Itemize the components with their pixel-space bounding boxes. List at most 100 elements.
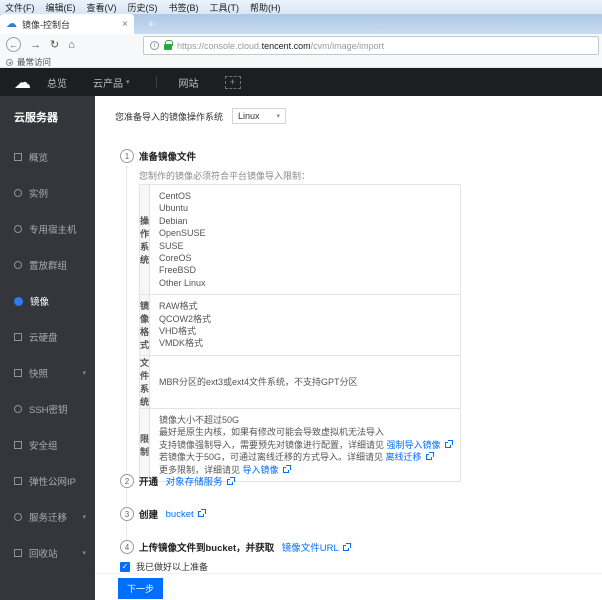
- forward-icon[interactable]: →: [30, 39, 41, 51]
- os-select-dropdown[interactable]: Linux ▾: [232, 108, 287, 124]
- external-link-icon: [444, 439, 453, 448]
- image-file-url-link[interactable]: 镜像文件URL: [282, 543, 339, 554]
- nav-item-cloud-products[interactable]: 云产品 ▾: [93, 75, 130, 90]
- sidebar-item-专用宿主机[interactable]: 专用宿主机: [0, 211, 95, 247]
- sidebar-item-置放群组[interactable]: 置放群组: [0, 247, 95, 283]
- step-1-circle: 1: [120, 149, 134, 163]
- bucket-link[interactable]: bucket: [166, 509, 194, 520]
- table-row-content: CentOS Ubuntu Debian OpenSUSE SUSE CoreOS Free…: [149, 183, 461, 296]
- menu-item[interactable]: 文件(F): [5, 1, 35, 14]
- table-text: VMDK格式: [159, 338, 204, 349]
- home-icon[interactable]: ⌂: [68, 39, 75, 51]
- table-row-content: MBR分区的ext3或ext4文件系统，不支持GPT分区: [149, 354, 461, 409]
- table-text: FreeBSD: [159, 265, 197, 276]
- sidebar-item-服务迁移[interactable]: 服务迁移 ▾: [0, 499, 95, 535]
- sidebar-item-概览[interactable]: 概览: [0, 139, 95, 175]
- table-text: 镜像大小不超过50G: [159, 414, 240, 425]
- sidebar-item-label: 云硬盘: [29, 333, 58, 344]
- sidebar-item-label: 快照: [29, 369, 49, 380]
- browser-tab[interactable]: ☁ 镜像-控制台 ×: [0, 14, 134, 34]
- snapshot-icon: [14, 369, 22, 377]
- menu-item[interactable]: 工具(T): [210, 1, 240, 14]
- secure-lock-icon: [164, 40, 173, 50]
- menu-item[interactable]: 书签(B): [169, 1, 199, 14]
- sidebar-item-云硬盘[interactable]: 云硬盘: [0, 319, 95, 355]
- menu-item[interactable]: 帮助(H): [250, 1, 281, 14]
- table-row: 操作系统 CentOS Ubuntu Debian OpenSUSE SUSE CoreOS…: [138, 183, 461, 296]
- chevron-down-icon: ▾: [82, 514, 86, 521]
- menu-item[interactable]: 编辑(E): [46, 1, 76, 14]
- sidebar-item-label: 弹性公网IP: [29, 477, 76, 488]
- table-text: RAW格式: [159, 301, 198, 312]
- sidebar-item-label: 服务迁移: [29, 513, 68, 524]
- sidebar-item-label: 专用宿主机: [29, 225, 77, 236]
- external-link-icon: [342, 543, 351, 551]
- sidebar-item-回收站[interactable]: 回收站 ▾: [0, 535, 95, 571]
- bookmarks-bar: 最常访问: [0, 57, 602, 68]
- sidebar-item-label: 安全组: [29, 441, 58, 452]
- external-link-icon: [226, 477, 235, 485]
- footer-divider: [95, 573, 602, 574]
- tab-title: 镜像-控制台: [22, 19, 70, 30]
- doc-link[interactable]: 离线迁移: [386, 452, 422, 462]
- sidebar-item-快照[interactable]: 快照 ▾: [0, 355, 95, 391]
- nav-item-overview[interactable]: 总览: [47, 75, 67, 90]
- doc-link[interactable]: 强制导入镜像: [387, 440, 441, 450]
- chevron-down-icon: ▾: [276, 113, 281, 120]
- table-text: 若镜像大于50G，可通过离线迁移的方式导入。详细请见: [159, 452, 386, 463]
- table-text: VHD格式: [159, 326, 197, 337]
- sidebar-item-实例[interactable]: 实例: [0, 175, 95, 211]
- sidebar-item-安全组[interactable]: 安全组: [0, 427, 95, 463]
- main-content: 您准备导入的镜像操作系统 Linux ▾ 1 准备镜像文件 您制作的镜像必须符合…: [95, 96, 602, 600]
- table-row: 限制 镜像大小不超过50G 最好是原生内核，如果有修改可能会导致虚拟机无法导入 支持镜…: [138, 407, 461, 482]
- browser-tab-strip: ☁ 镜像-控制台 × +: [0, 14, 602, 34]
- sidebar-item-镜像[interactable]: 镜像: [0, 283, 95, 319]
- step-3-circle: 3: [120, 507, 134, 521]
- table-text: Other Linux: [159, 277, 206, 288]
- ready-checkbox[interactable]: ✓: [120, 561, 130, 572]
- sidebar-item-SSH密钥[interactable]: SSH密钥: [0, 391, 95, 427]
- os-select-label: 您准备导入的镜像操作系统: [115, 111, 224, 122]
- nav-item-website[interactable]: 网站: [179, 75, 199, 90]
- sidebar-item-label: 概览: [29, 153, 49, 164]
- bookmark-most-visited[interactable]: 最常访问: [17, 56, 51, 68]
- menu-item[interactable]: 查看(V): [87, 1, 117, 14]
- cloud-disk-icon: [14, 333, 22, 341]
- chevron-down-icon: ▾: [126, 79, 130, 86]
- table-row-label: 文件系统: [138, 354, 151, 409]
- chevron-down-icon: ▾: [82, 370, 86, 377]
- back-icon[interactable]: ←: [6, 37, 21, 52]
- refresh-icon[interactable]: ↻: [50, 38, 59, 51]
- menu-item[interactable]: 历史(S): [128, 1, 158, 14]
- tab-favicon-cloud-icon: ☁: [6, 17, 17, 30]
- placement-group-icon: [14, 261, 22, 269]
- tencent-cloud-logo-icon[interactable]: ☁: [14, 74, 31, 91]
- table-text: OpenSUSE: [159, 228, 206, 239]
- sidebar-item-弹性公网IP[interactable]: 弹性公网IP: [0, 463, 95, 499]
- next-step-button[interactable]: 下一步: [118, 578, 164, 599]
- step-3-text: 创建: [139, 510, 161, 521]
- new-tab-button[interactable]: +: [140, 15, 162, 33]
- external-link-icon: [197, 508, 206, 517]
- table-text: SUSE: [159, 240, 184, 251]
- doc-link[interactable]: 导入镜像: [243, 465, 279, 475]
- tab-close-icon[interactable]: ×: [122, 19, 128, 30]
- ready-checkbox-label: 我已做好以上准备: [136, 562, 209, 572]
- browser-nav-toolbar: ← → ↻ ⌂ i https://console.cloud.tencent.…: [0, 34, 602, 57]
- sidebar-title: 云服务器: [14, 112, 58, 124]
- security-group-icon: [14, 441, 22, 449]
- add-shortcut-icon[interactable]: +: [224, 75, 241, 89]
- ssh-key-icon: [14, 405, 22, 413]
- sidebar-item-label: 置放群组: [29, 261, 68, 272]
- external-link-icon: [425, 452, 434, 461]
- site-info-icon[interactable]: i: [150, 41, 159, 50]
- table-text: 支持镜像强制导入，需要预先对镜像进行配置，详细请见: [159, 439, 387, 450]
- sidebar: 云服务器 概览实例专用宿主机置放群组镜像云硬盘快照 ▾ SSH密钥安全组弹性公网IP…: [0, 96, 95, 600]
- cos-service-link[interactable]: 对象存储服务: [166, 477, 223, 488]
- sidebar-item-label: SSH密钥: [29, 405, 68, 416]
- table-text: 更多限制，详细请见: [159, 464, 243, 475]
- url-bar[interactable]: i https://console.cloud.tencent.com/cvm/…: [143, 36, 599, 55]
- migration-icon: [14, 513, 22, 521]
- step-2-text: 开通: [139, 477, 161, 488]
- dedicated-host-icon: [14, 225, 22, 233]
